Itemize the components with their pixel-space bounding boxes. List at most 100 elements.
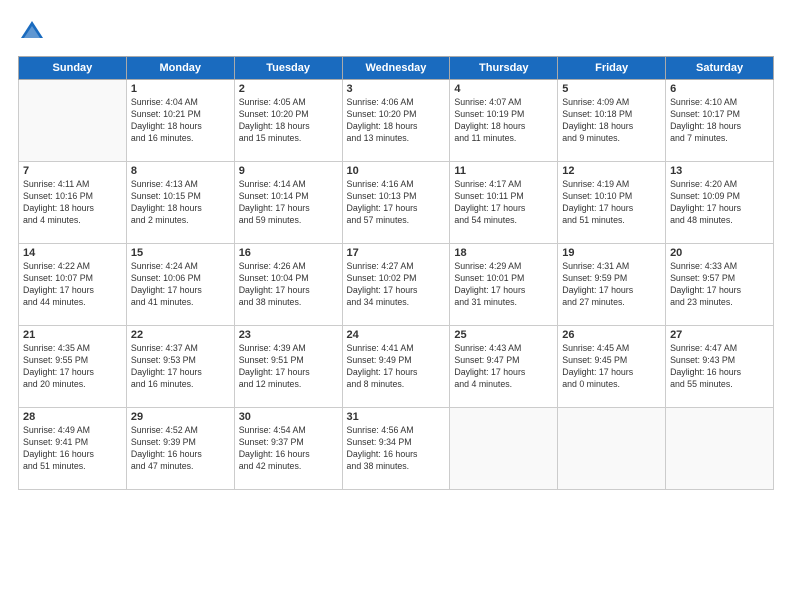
cell-info: Sunrise: 4:16 AM Sunset: 10:13 PM Daylig… [347, 179, 446, 227]
calendar-cell [19, 80, 127, 162]
day-header-monday: Monday [126, 57, 234, 80]
logo [18, 18, 50, 46]
date-number: 17 [347, 247, 446, 259]
cell-info: Sunrise: 4:47 AM Sunset: 9:43 PM Dayligh… [670, 343, 769, 391]
calendar-cell: 16 Sunrise: 4:26 AM Sunset: 10:04 PM Dayl… [234, 244, 342, 326]
calendar-cell: 30 Sunrise: 4:54 AM Sunset: 9:37 PM Dayli… [234, 408, 342, 490]
calendar-cell: 24 Sunrise: 4:41 AM Sunset: 9:49 PM Dayli… [342, 326, 450, 408]
cell-info: Sunrise: 4:33 AM Sunset: 9:57 PM Dayligh… [670, 261, 769, 309]
date-number: 3 [347, 83, 446, 95]
calendar-cell: 11 Sunrise: 4:17 AM Sunset: 10:11 PM Dayl… [450, 162, 558, 244]
cell-info: Sunrise: 4:20 AM Sunset: 10:09 PM Daylig… [670, 179, 769, 227]
calendar-cell: 27 Sunrise: 4:47 AM Sunset: 9:43 PM Dayli… [666, 326, 774, 408]
calendar-cell: 8 Sunrise: 4:13 AM Sunset: 10:15 PM Dayli… [126, 162, 234, 244]
date-number: 4 [454, 83, 553, 95]
day-header-friday: Friday [558, 57, 666, 80]
day-header-wednesday: Wednesday [342, 57, 450, 80]
calendar-cell: 7Sunrise: 4:11 AM Sunset: 10:16 PM Dayli… [19, 162, 127, 244]
date-number: 20 [670, 247, 769, 259]
date-number: 19 [562, 247, 661, 259]
page: SundayMondayTuesdayWednesdayThursdayFrid… [0, 0, 792, 612]
calendar-cell: 2 Sunrise: 4:05 AM Sunset: 10:20 PM Dayli… [234, 80, 342, 162]
calendar-cell: 9 Sunrise: 4:14 AM Sunset: 10:14 PM Dayli… [234, 162, 342, 244]
cell-info: Sunrise: 4:13 AM Sunset: 10:15 PM Daylig… [131, 179, 230, 227]
cell-info: Sunrise: 4:54 AM Sunset: 9:37 PM Dayligh… [239, 425, 338, 473]
cell-info: Sunrise: 4:24 AM Sunset: 10:06 PM Daylig… [131, 261, 230, 309]
date-number: 5 [562, 83, 661, 95]
date-number: 8 [131, 165, 230, 177]
date-number: 29 [131, 411, 230, 423]
calendar-cell: 31 Sunrise: 4:56 AM Sunset: 9:34 PM Dayli… [342, 408, 450, 490]
cell-info: Sunrise: 4:17 AM Sunset: 10:11 PM Daylig… [454, 179, 553, 227]
cell-info: Sunrise: 4:52 AM Sunset: 9:39 PM Dayligh… [131, 425, 230, 473]
cell-info: Sunrise: 4:37 AM Sunset: 9:53 PM Dayligh… [131, 343, 230, 391]
cell-info: Sunrise: 4:43 AM Sunset: 9:47 PM Dayligh… [454, 343, 553, 391]
calendar-cell: 4Sunrise: 4:07 AM Sunset: 10:19 PM Dayli… [450, 80, 558, 162]
date-number: 31 [347, 411, 446, 423]
calendar-cell: 21 Sunrise: 4:35 AM Sunset: 9:55 PM Dayli… [19, 326, 127, 408]
logo-icon [18, 18, 46, 46]
cell-info: Sunrise: 4:27 AM Sunset: 10:02 PM Daylig… [347, 261, 446, 309]
calendar-cell: 19 Sunrise: 4:31 AM Sunset: 9:59 PM Dayli… [558, 244, 666, 326]
date-number: 30 [239, 411, 338, 423]
calendar-cell: 1Sunrise: 4:04 AM Sunset: 10:21 PM Dayli… [126, 80, 234, 162]
calendar-cell: 23 Sunrise: 4:39 AM Sunset: 9:51 PM Dayli… [234, 326, 342, 408]
date-number: 16 [239, 247, 338, 259]
calendar-cell: 13 Sunrise: 4:20 AM Sunset: 10:09 PM Dayl… [666, 162, 774, 244]
cell-info: Sunrise: 4:31 AM Sunset: 9:59 PM Dayligh… [562, 261, 661, 309]
day-header-sunday: Sunday [19, 57, 127, 80]
cell-info: Sunrise: 4:14 AM Sunset: 10:14 PM Daylig… [239, 179, 338, 227]
date-number: 25 [454, 329, 553, 341]
date-number: 10 [347, 165, 446, 177]
date-number: 27 [670, 329, 769, 341]
cell-info: Sunrise: 4:45 AM Sunset: 9:45 PM Dayligh… [562, 343, 661, 391]
cell-info: Sunrise: 4:05 AM Sunset: 10:20 PM Daylig… [239, 97, 338, 145]
calendar-cell [666, 408, 774, 490]
date-number: 2 [239, 83, 338, 95]
calendar-cell: 15 Sunrise: 4:24 AM Sunset: 10:06 PM Dayl… [126, 244, 234, 326]
calendar-cell: 20 Sunrise: 4:33 AM Sunset: 9:57 PM Dayli… [666, 244, 774, 326]
date-number: 7 [23, 165, 122, 177]
week-row-2: 14 Sunrise: 4:22 AM Sunset: 10:07 PM Dayl… [19, 244, 774, 326]
calendar-cell: 18Sunrise: 4:29 AM Sunset: 10:01 PM Dayl… [450, 244, 558, 326]
week-row-1: 7Sunrise: 4:11 AM Sunset: 10:16 PM Dayli… [19, 162, 774, 244]
calendar-cell [558, 408, 666, 490]
calendar-cell: 14 Sunrise: 4:22 AM Sunset: 10:07 PM Dayl… [19, 244, 127, 326]
cell-info: Sunrise: 4:39 AM Sunset: 9:51 PM Dayligh… [239, 343, 338, 391]
cell-info: Sunrise: 4:26 AM Sunset: 10:04 PM Daylig… [239, 261, 338, 309]
date-number: 6 [670, 83, 769, 95]
cell-info: Sunrise: 4:22 AM Sunset: 10:07 PM Daylig… [23, 261, 122, 309]
date-number: 11 [454, 165, 553, 177]
date-number: 26 [562, 329, 661, 341]
calendar-cell [450, 408, 558, 490]
day-header-tuesday: Tuesday [234, 57, 342, 80]
date-number: 24 [347, 329, 446, 341]
cell-info: Sunrise: 4:41 AM Sunset: 9:49 PM Dayligh… [347, 343, 446, 391]
calendar-cell: 29 Sunrise: 4:52 AM Sunset: 9:39 PM Dayli… [126, 408, 234, 490]
header [18, 18, 774, 46]
calendar-cell: 28 Sunrise: 4:49 AM Sunset: 9:41 PM Dayli… [19, 408, 127, 490]
date-number: 14 [23, 247, 122, 259]
date-number: 18 [454, 247, 553, 259]
date-number: 28 [23, 411, 122, 423]
calendar-cell: 6 Sunrise: 4:10 AM Sunset: 10:17 PM Dayli… [666, 80, 774, 162]
date-number: 15 [131, 247, 230, 259]
cell-info: Sunrise: 4:04 AM Sunset: 10:21 PM Daylig… [131, 97, 230, 145]
header-row: SundayMondayTuesdayWednesdayThursdayFrid… [19, 57, 774, 80]
date-number: 13 [670, 165, 769, 177]
cell-info: Sunrise: 4:56 AM Sunset: 9:34 PM Dayligh… [347, 425, 446, 473]
calendar-cell: 26 Sunrise: 4:45 AM Sunset: 9:45 PM Dayli… [558, 326, 666, 408]
cell-info: Sunrise: 4:35 AM Sunset: 9:55 PM Dayligh… [23, 343, 122, 391]
day-header-saturday: Saturday [666, 57, 774, 80]
date-number: 21 [23, 329, 122, 341]
day-header-thursday: Thursday [450, 57, 558, 80]
date-number: 9 [239, 165, 338, 177]
calendar-cell: 25 Sunrise: 4:43 AM Sunset: 9:47 PM Dayli… [450, 326, 558, 408]
week-row-4: 28 Sunrise: 4:49 AM Sunset: 9:41 PM Dayli… [19, 408, 774, 490]
cell-info: Sunrise: 4:49 AM Sunset: 9:41 PM Dayligh… [23, 425, 122, 473]
cell-info: Sunrise: 4:10 AM Sunset: 10:17 PM Daylig… [670, 97, 769, 145]
cell-info: Sunrise: 4:09 AM Sunset: 10:18 PM Daylig… [562, 97, 661, 145]
date-number: 23 [239, 329, 338, 341]
calendar-cell: 10 Sunrise: 4:16 AM Sunset: 10:13 PM Dayl… [342, 162, 450, 244]
date-number: 12 [562, 165, 661, 177]
